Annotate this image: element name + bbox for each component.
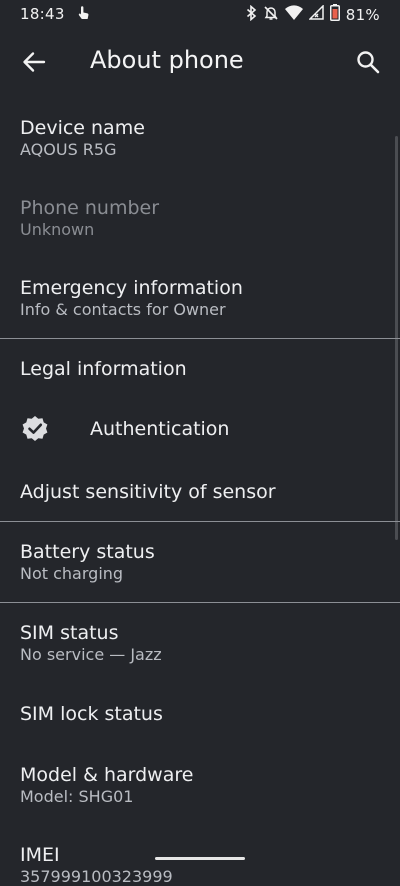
back-button[interactable] <box>20 48 48 76</box>
emergency-information-item[interactable]: Emergency information Info & contacts fo… <box>20 276 380 319</box>
device-name-summary: AQOUS R5G <box>20 140 117 159</box>
bluetooth-icon <box>246 4 257 25</box>
divider <box>0 338 400 339</box>
legal-information-title: Legal information <box>20 358 187 380</box>
device-name-title: Device name <box>20 117 145 139</box>
device-name-item[interactable]: Device name AQOUS R5G <box>20 116 380 159</box>
sim-status-summary: No service — Jazz <box>20 645 162 664</box>
search-button[interactable] <box>354 48 382 76</box>
divider <box>0 521 400 522</box>
adjust-sensitivity-item[interactable]: Adjust sensitivity of sensor <box>20 480 380 504</box>
model-hardware-item[interactable]: Model & hardware Model: SHG01 <box>20 763 380 806</box>
legal-information-item[interactable]: Legal information <box>20 357 380 381</box>
sim-lock-status-title: SIM lock status <box>20 703 163 725</box>
app-bar: About phone <box>0 28 400 96</box>
back-arrow-icon <box>20 52 48 80</box>
divider <box>0 602 400 603</box>
battery-status-item[interactable]: Battery status Not charging <box>20 540 380 583</box>
adjust-sensitivity-title: Adjust sensitivity of sensor <box>20 481 276 503</box>
touch-hand-icon <box>78 6 90 25</box>
battery-status-summary: Not charging <box>20 564 124 583</box>
status-icons: 81% <box>246 4 380 25</box>
emergency-information-summary: Info & contacts for Owner <box>20 300 226 319</box>
phone-number-title: Phone number <box>20 197 160 219</box>
gesture-nav-handle[interactable] <box>155 857 245 860</box>
status-bar: 18:43 81% <box>0 0 400 28</box>
model-hardware-title: Model & hardware <box>20 764 194 786</box>
battery-percent: 81% <box>345 5 380 24</box>
phone-number-item: Phone number Unknown <box>20 196 380 239</box>
battery-icon <box>329 4 340 25</box>
sim-status-item[interactable]: SIM status No service — Jazz <box>20 621 380 664</box>
emergency-information-title: Emergency information <box>20 277 243 299</box>
page-title: About phone <box>90 46 244 74</box>
sim-lock-status-item[interactable]: SIM lock status <box>20 702 380 726</box>
imei-summary: 357999100323999 <box>20 867 173 886</box>
verified-badge-icon <box>20 414 50 444</box>
phone-number-summary: Unknown <box>20 220 95 239</box>
model-hardware-summary: Model: SHG01 <box>20 787 134 806</box>
search-icon <box>354 51 382 80</box>
status-time: 18:43 <box>20 5 65 23</box>
battery-status-title: Battery status <box>20 541 155 563</box>
imei-title: IMEI <box>20 844 60 866</box>
do-not-disturb-icon <box>263 5 279 25</box>
signal-icon <box>307 4 324 24</box>
sim-status-title: SIM status <box>20 622 119 644</box>
authentication-title: Authentication <box>90 418 230 440</box>
wifi-icon <box>284 5 303 24</box>
